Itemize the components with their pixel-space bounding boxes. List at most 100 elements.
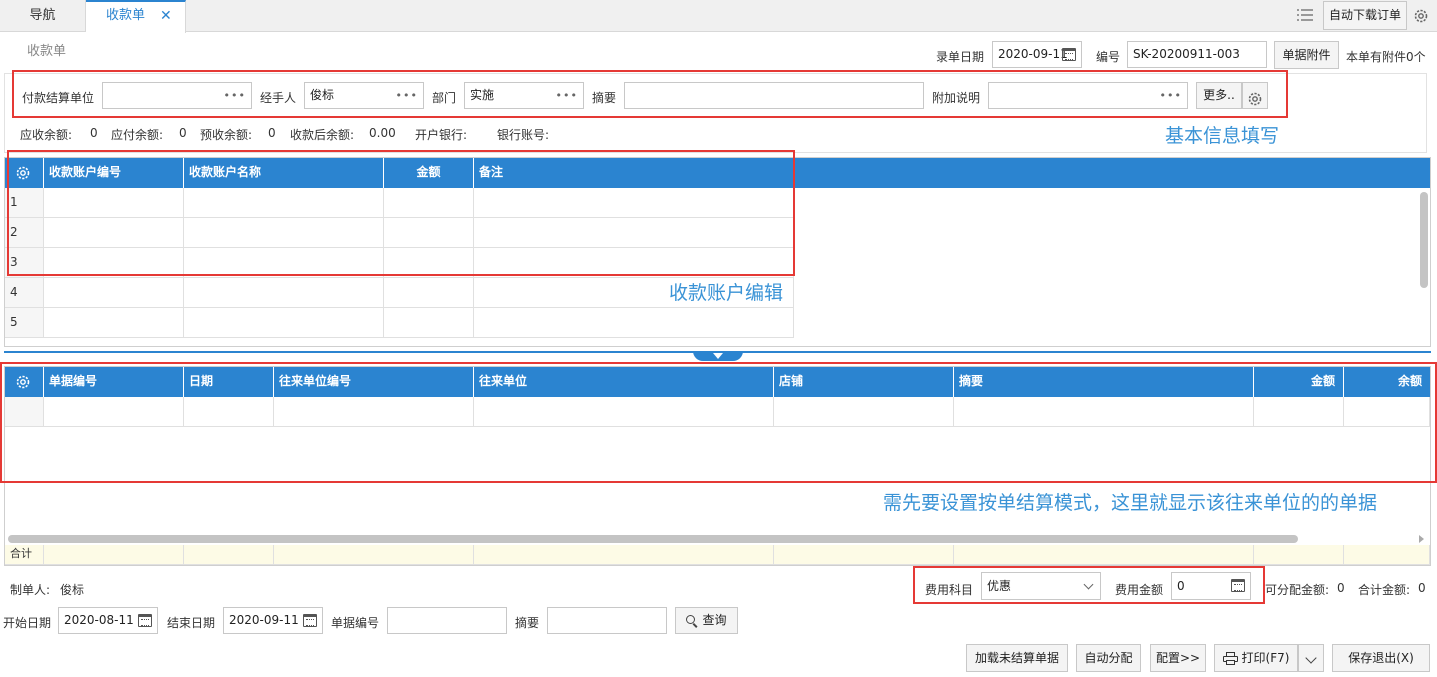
tab-receipt-label: 收款单 <box>106 8 146 23</box>
column-header[interactable]: 收款账户名称 <box>184 158 384 188</box>
field-settings-button[interactable] <box>1242 82 1268 109</box>
receivable-value: 0 <box>90 126 98 140</box>
column-header[interactable]: 往来单位编号 <box>274 367 474 397</box>
expense-subject-select[interactable]: 优惠 <box>981 572 1101 600</box>
calendar-icon[interactable] <box>303 614 317 627</box>
column-header[interactable]: 金额 <box>384 158 474 188</box>
save-exit-label: 保存退出(X) <box>1348 651 1414 665</box>
table-row[interactable]: 1 <box>5 188 794 218</box>
table-row[interactable]: 3 <box>5 248 794 278</box>
table-row[interactable] <box>5 397 1430 427</box>
number-label: 编号 <box>1096 50 1121 64</box>
vertical-scrollbar[interactable] <box>1420 192 1428 288</box>
end-date-value: 2020-09-11 <box>229 613 299 627</box>
table-row[interactable]: 5 <box>5 308 794 338</box>
column-header[interactable]: 备注 <box>474 158 794 188</box>
table-cell[interactable] <box>184 308 384 338</box>
print-options-dropdown[interactable] <box>1298 644 1324 672</box>
table-cell[interactable] <box>474 218 794 248</box>
entry-date-field[interactable]: 2020-09-11 <box>992 41 1082 68</box>
table-cell[interactable] <box>474 188 794 218</box>
bill-list-annotation: 需先要设置按单结算模式，这里就显示该往来单位的的单据 <box>883 492 1378 514</box>
auto-allocate-button[interactable]: 自动分配 <box>1076 644 1141 672</box>
table-cell[interactable] <box>474 248 794 278</box>
more-options-icon[interactable]: ••• <box>1160 83 1182 108</box>
bill-no-field[interactable] <box>387 607 507 634</box>
calendar-icon[interactable] <box>138 614 152 627</box>
table-row[interactable]: 2 <box>5 218 794 248</box>
expense-amount-field[interactable]: 0 <box>1171 572 1251 600</box>
end-date-field[interactable]: 2020-09-11 <box>223 607 323 634</box>
auto-download-orders-button[interactable]: 自动下载订单 <box>1323 1 1407 30</box>
print-button[interactable]: 打印(F7) <box>1214 644 1298 672</box>
table-cell[interactable] <box>44 188 184 218</box>
load-unsettled-button[interactable]: 加载未结算单据 <box>966 644 1068 672</box>
start-date-field[interactable]: 2020-08-11 <box>58 607 158 634</box>
tab-receipt[interactable]: 收款单 ✕ <box>86 0 186 33</box>
table-cell[interactable] <box>184 278 384 308</box>
list-icon[interactable] <box>1297 9 1313 21</box>
column-header[interactable]: 余额 <box>1344 367 1430 397</box>
column-header[interactable]: 单据编号 <box>44 367 184 397</box>
more-options-icon[interactable]: ••• <box>556 83 578 108</box>
table-cell[interactable] <box>384 218 474 248</box>
expense-subject-value: 优惠 <box>987 579 1012 593</box>
table-cell[interactable] <box>44 308 184 338</box>
column-header[interactable]: 收款账户编号 <box>44 158 184 188</box>
end-date-label: 结束日期 <box>167 616 216 630</box>
handler-field[interactable]: 俊标 ••• <box>304 82 424 109</box>
table-cell[interactable] <box>44 218 184 248</box>
account-edit-annotation: 收款账户编辑 <box>669 282 784 304</box>
table-cell[interactable] <box>384 308 474 338</box>
config-button[interactable]: 配置>> <box>1150 644 1206 672</box>
payable-value: 0 <box>179 126 187 140</box>
tab-navigation[interactable]: 导航 <box>0 0 86 32</box>
payer-unit-field[interactable]: ••• <box>102 82 252 109</box>
column-header[interactable]: 店铺 <box>774 367 954 397</box>
table-cell[interactable] <box>384 248 474 278</box>
horizontal-scrollbar[interactable] <box>8 535 1298 543</box>
table-cell[interactable] <box>184 188 384 218</box>
close-icon[interactable]: ✕ <box>160 0 172 32</box>
table-cell[interactable] <box>384 278 474 308</box>
search-icon <box>686 614 699 628</box>
column-settings-cell[interactable] <box>5 158 44 188</box>
calendar-icon[interactable] <box>1062 48 1076 61</box>
more-options-icon[interactable]: ••• <box>224 83 246 108</box>
column-header[interactable]: 往来单位 <box>474 367 774 397</box>
number-field[interactable]: SK-20200911-003 <box>1127 41 1267 68</box>
scroll-right-arrow[interactable] <box>1419 535 1424 543</box>
table-cell[interactable] <box>184 248 384 278</box>
splitter-toggle[interactable] <box>693 351 743 361</box>
table-cell[interactable] <box>384 188 474 218</box>
table-cell[interactable] <box>44 278 184 308</box>
query-button[interactable]: 查询 <box>675 607 738 634</box>
config-label: 配置>> <box>1155 651 1201 665</box>
calculator-icon[interactable] <box>1231 579 1245 592</box>
column-header[interactable]: 摘要 <box>954 367 1254 397</box>
extra-note-label: 附加说明 <box>932 91 981 105</box>
payer-unit-label: 付款结算单位 <box>22 91 95 105</box>
basic-info-annotation: 基本信息填写 <box>1165 125 1280 147</box>
attachment-button[interactable]: 单据附件 <box>1274 41 1339 69</box>
query-summary-field[interactable] <box>547 607 667 634</box>
column-header[interactable]: 日期 <box>184 367 274 397</box>
save-exit-button[interactable]: 保存退出(X) <box>1332 644 1430 672</box>
extra-note-field[interactable]: ••• <box>988 82 1188 109</box>
table-cell[interactable] <box>474 308 794 338</box>
department-field[interactable]: 实施 ••• <box>464 82 584 109</box>
total-amount-value: 0 <box>1418 581 1426 595</box>
summary-field[interactable] <box>624 82 924 109</box>
chevron-down-icon <box>1083 579 1094 590</box>
after-receipt-value: 0.00 <box>369 126 396 140</box>
auto-download-orders-label: 自动下载订单 <box>1328 8 1401 22</box>
table-cell[interactable] <box>44 248 184 278</box>
more-button[interactable]: 更多.. <box>1196 82 1242 109</box>
more-options-icon[interactable]: ••• <box>396 83 418 108</box>
settings-gear-icon[interactable] <box>1413 8 1429 24</box>
column-settings-cell[interactable] <box>5 367 44 397</box>
table-cell[interactable] <box>184 218 384 248</box>
entry-date-label: 录单日期 <box>936 50 985 64</box>
column-header[interactable]: 金额 <box>1254 367 1344 397</box>
number-value: SK-20200911-003 <box>1133 47 1240 61</box>
